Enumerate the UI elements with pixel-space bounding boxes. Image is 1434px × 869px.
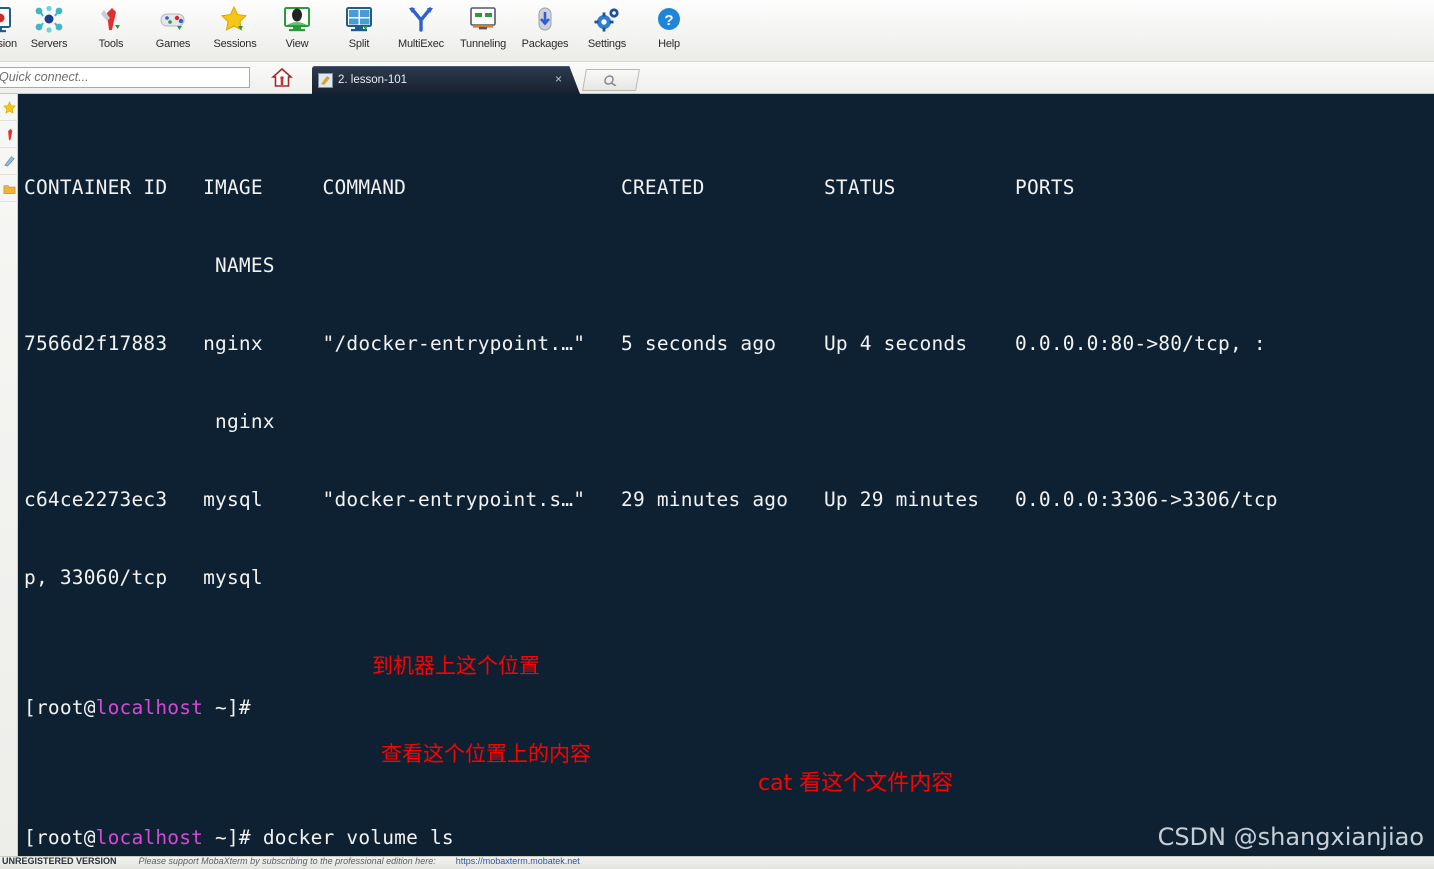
toolbar-button-sessions[interactable]: Sessions xyxy=(204,0,266,60)
terminal-prompt-line: [root@localhost ~]# xyxy=(24,695,1434,721)
tunneling-icon xyxy=(466,3,500,37)
svg-text:?: ? xyxy=(664,12,673,29)
toolbar-button-servers[interactable]: Servers xyxy=(18,0,80,60)
home-icon xyxy=(271,67,293,87)
help-icon: ? xyxy=(652,3,686,37)
chevron-down-icon xyxy=(604,75,617,86)
unregistered-version-label: UNREGISTERED VERSION xyxy=(2,856,117,866)
sessions-star-icon xyxy=(2,100,16,114)
toolbar-button-multiexec[interactable]: MultiExec xyxy=(390,0,452,60)
sidebar-item-tools[interactable] xyxy=(0,121,18,148)
left-sidebar xyxy=(0,94,18,856)
toolbar-label: Packages xyxy=(521,38,569,50)
terminal-line: CONTAINER ID IMAGE COMMAND CREATED STATU… xyxy=(24,176,1075,199)
toolbar-button-settings[interactable]: Settings xyxy=(576,0,638,60)
toolbar-button-split[interactable]: Split xyxy=(328,0,390,60)
toolbar-button-session[interactable]: Session xyxy=(0,0,18,60)
prompt-cwd: ~]# xyxy=(203,696,251,719)
annotation-location-note: 到机器上这个位置 xyxy=(372,654,540,678)
mobaxterm-window: Session Servers xyxy=(0,0,1434,869)
terminal-output[interactable]: CONTAINER ID IMAGE COMMAND CREATED STATU… xyxy=(18,94,1434,856)
toolbar-label: Servers xyxy=(30,38,68,50)
main-toolbar: Session Servers xyxy=(0,0,1434,62)
sidebar-item-sessions[interactable] xyxy=(0,94,18,121)
annotation-cat-note: cat 看这个文件内容 xyxy=(758,771,954,796)
toolbar-label: Games xyxy=(155,38,191,50)
tab-bar: Quick connect... 2. lesson-101 × xyxy=(0,62,1434,94)
session-icon xyxy=(0,3,15,37)
toolbar-button-packages[interactable]: Packages xyxy=(514,0,576,60)
prompt-cwd: ~]# xyxy=(203,826,251,849)
quick-connect-input[interactable]: Quick connect... xyxy=(0,67,250,88)
terminal-tab-icon xyxy=(318,72,333,88)
gear-icon xyxy=(590,3,624,37)
terminal-line: p, 33060/tcp mysql xyxy=(24,566,263,589)
terminal-tab-strip: 2. lesson-101 × xyxy=(312,62,640,94)
tools-icon xyxy=(7,128,12,140)
new-tab-button[interactable] xyxy=(582,69,640,91)
prompt-host: localhost xyxy=(95,826,204,849)
close-icon[interactable]: × xyxy=(555,73,562,85)
toolbar-button-tools[interactable]: Tools xyxy=(80,0,142,60)
prompt-host: localhost xyxy=(95,696,204,719)
toolbar-label: Session xyxy=(0,38,17,50)
multiexec-icon xyxy=(404,3,438,37)
toolbar-label: Help xyxy=(658,38,680,50)
games-icon xyxy=(156,3,190,37)
toolbar-button-view[interactable]: View xyxy=(266,0,328,60)
prompt-prefix: [root@ xyxy=(24,826,96,849)
toolbar-button-tunneling[interactable]: Tunneling xyxy=(452,0,514,60)
terminal-tab-label: 2. lesson-101 xyxy=(338,74,408,86)
terminal-command: docker volume ls xyxy=(250,826,454,849)
toolbar-label: MultiExec xyxy=(398,38,444,50)
macros-icon xyxy=(3,155,15,167)
terminal-line: nginx xyxy=(24,410,275,433)
status-message: Please support MobaXterm by subscribing … xyxy=(138,856,436,866)
toolbar-button-help[interactable]: ? Help xyxy=(638,0,700,60)
sessions-star-icon xyxy=(218,3,252,37)
terminal-line: 7566d2f17883 nginx "/docker-entrypoint.…… xyxy=(24,332,1266,355)
toolbar-label: Sessions xyxy=(213,38,257,50)
prompt-prefix: [root@ xyxy=(24,696,96,719)
view-icon xyxy=(280,3,314,37)
sftp-icon xyxy=(3,184,15,194)
toolbar-label: Split xyxy=(348,38,370,50)
annotation-list-note: 查看这个位置上的内容 xyxy=(381,742,591,766)
mobaxterm-link[interactable]: https://mobaxterm.mobatek.net xyxy=(456,857,580,866)
terminal-line: NAMES xyxy=(24,254,275,277)
sidebar-item-macros[interactable] xyxy=(0,148,18,175)
terminal-tab-active[interactable]: 2. lesson-101 × xyxy=(312,66,580,94)
sidebar-item-sftp[interactable] xyxy=(0,175,18,202)
terminal-line: c64ce2273ec3 mysql "docker-entrypoint.s…… xyxy=(24,488,1278,511)
toolbar-label: View xyxy=(285,38,309,50)
tools-icon xyxy=(94,3,128,37)
toolbar-button-games[interactable]: Games xyxy=(142,0,204,60)
packages-icon xyxy=(528,3,562,37)
home-button[interactable] xyxy=(268,65,296,91)
toolbar-label: Tools xyxy=(98,38,124,50)
toolbar-label: Tunneling xyxy=(459,38,507,50)
csdn-watermark: CSDN @shangxianjiao xyxy=(1157,823,1424,851)
servers-icon xyxy=(32,3,66,37)
toolbar-label: Settings xyxy=(587,38,627,50)
status-bar: UNREGISTERED VERSION Please support Moba… xyxy=(0,856,1434,869)
split-icon xyxy=(342,3,376,37)
